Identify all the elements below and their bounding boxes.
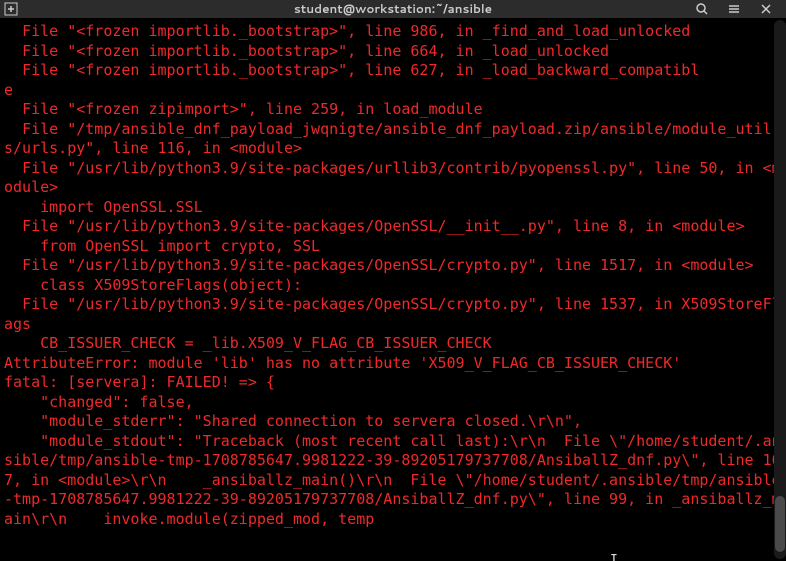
window-title: student@workstation:~/ansible [294, 1, 492, 18]
scrollbar-thumb[interactable] [775, 496, 785, 552]
scrollbar-track [774, 20, 786, 559]
close-button[interactable] [750, 0, 782, 18]
terminal-area[interactable]: File "<frozen importlib._bootstrap>", li… [0, 18, 786, 561]
menu-button[interactable] [718, 0, 750, 18]
terminal-output[interactable]: File "<frozen importlib._bootstrap>", li… [0, 18, 786, 561]
titlebar: student@workstation:~/ansible [0, 0, 786, 18]
text-cursor-icon: I [610, 552, 618, 561]
new-tab-button[interactable] [4, 0, 18, 18]
search-button[interactable] [686, 0, 718, 18]
scrollbar[interactable] [774, 18, 786, 561]
titlebar-controls [686, 0, 782, 18]
